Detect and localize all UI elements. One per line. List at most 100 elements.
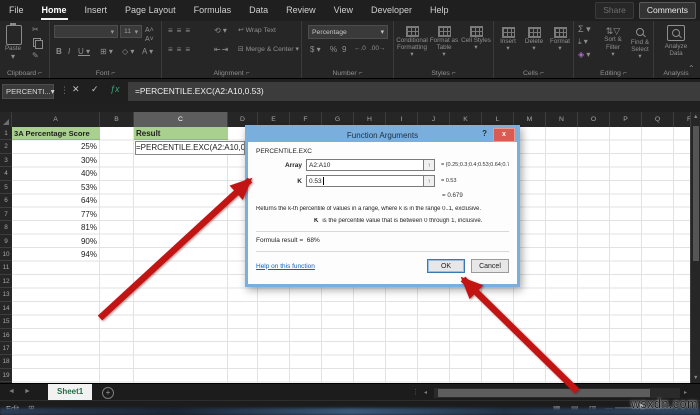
row-header-2[interactable]: 2 (0, 140, 12, 154)
column-header-B[interactable]: B (100, 112, 134, 127)
format-painter-icon[interactable]: ✎ (32, 51, 39, 60)
row-header-18[interactable]: 18 (0, 355, 12, 369)
insert-function-icon[interactable]: ƒx (110, 84, 120, 94)
cell-a3[interactable]: 30% (12, 154, 100, 167)
fill-icon[interactable]: ⤓ ▾ (578, 37, 588, 47)
column-header-Q[interactable]: Q (642, 112, 674, 127)
name-box[interactable]: PERCENTI... ▾ (2, 84, 55, 99)
cancel-button[interactable]: Cancel (471, 259, 509, 273)
horizontal-scroll-thumb[interactable] (438, 388, 650, 397)
increase-decimal-icon[interactable]: ←.0 (354, 45, 366, 52)
align-top-icons[interactable]: ≡≡≡ (168, 26, 194, 35)
scroll-up-icon[interactable]: ▲ (693, 114, 698, 120)
tab-view[interactable]: View (325, 0, 362, 21)
conditional-formatting-button[interactable]: Conditional Formatting ▾ (396, 26, 428, 59)
dialog-title-bar[interactable]: Function Arguments ? x (248, 128, 517, 142)
row-header-9[interactable]: 9 (0, 235, 12, 248)
row-header-13[interactable]: 13 (0, 288, 12, 302)
number-format-combo[interactable]: Percentage ▾ (308, 25, 388, 39)
row-header-15[interactable]: 15 (0, 315, 12, 329)
tab-formulas[interactable]: Formulas (185, 0, 241, 21)
format-as-table-button[interactable]: Format as Table ▾ (428, 26, 460, 59)
tab-file[interactable]: File (0, 0, 33, 21)
column-header-P[interactable]: P (610, 112, 642, 127)
column-header-O[interactable]: O (578, 112, 610, 127)
row-header-12[interactable]: 12 (0, 275, 12, 289)
name-box-dropdown-icon[interactable]: ▾ (51, 87, 55, 96)
cell-a2[interactable]: 25% (12, 140, 100, 153)
cell-a6[interactable]: 64% (12, 194, 100, 207)
find-select-button[interactable]: Find & Select ▾ (627, 26, 653, 61)
tab-developer[interactable]: Developer (362, 0, 421, 21)
row-header-5[interactable]: 5 (0, 181, 12, 195)
tab-home[interactable]: Home (33, 0, 76, 21)
row-header-11[interactable]: 11 (0, 261, 12, 275)
hscroll-left-icon[interactable]: ◂ (424, 389, 427, 396)
enter-entry-icon[interactable]: ✓ (91, 84, 99, 95)
row-header-7[interactable]: 7 (0, 208, 12, 222)
share-button[interactable]: Share (595, 2, 634, 19)
cut-icon[interactable]: ✂ (32, 25, 39, 34)
collapse-ribbon-icon[interactable]: ⌃ (688, 64, 695, 73)
splitter-grip-icon[interactable]: ⋮ (412, 388, 419, 396)
cell-c1[interactable]: Result (134, 127, 228, 141)
font-size-combo[interactable]: 11 ▾ (120, 25, 142, 38)
column-header-A[interactable]: A (12, 112, 100, 127)
row-header-16[interactable]: 16 (0, 329, 12, 342)
help-link[interactable]: Help on this function (256, 263, 427, 270)
ok-button[interactable]: OK (427, 259, 465, 273)
cell-a4[interactable]: 40% (12, 167, 100, 180)
font-color-icon[interactable]: A ▾ (142, 47, 153, 56)
row-header-14[interactable]: 14 (0, 302, 12, 316)
array-range-picker-icon[interactable]: ↑ (424, 159, 435, 171)
tab-help[interactable]: Help (421, 0, 458, 21)
cell-c2-edit-box[interactable]: =PERCENTILE.EXC(A2:A10,0.53) (135, 140, 245, 155)
delete-cells-button[interactable]: Delete ▾ (522, 27, 546, 52)
sort-filter-button[interactable]: ⇅▽ Sort & Filter ▾ (600, 26, 626, 58)
row-header-19[interactable]: 19 (0, 369, 12, 383)
currency-icon[interactable]: $ ▾ (310, 45, 321, 54)
autosum-icon[interactable]: Σ ▾ (578, 24, 591, 35)
cell-a1[interactable]: 3A Percentage Score (12, 127, 100, 141)
row-header-1[interactable]: 1 (0, 127, 12, 141)
borders-icon[interactable]: ⊞ ▾ (100, 47, 113, 56)
tab-page-layout[interactable]: Page Layout (116, 0, 185, 21)
formula-input[interactable]: =PERCENTILE.EXC(A2:A10,0.53) (128, 82, 700, 101)
cancel-entry-icon[interactable]: ✕ (72, 84, 80, 95)
cell-a10[interactable]: 94% (12, 248, 100, 261)
row-header-6[interactable]: 6 (0, 194, 12, 208)
row-header-10[interactable]: 10 (0, 248, 12, 262)
underline-icon[interactable]: U ▾ (78, 47, 90, 56)
tab-review[interactable]: Review (277, 0, 325, 21)
shrink-font-icon[interactable]: A˅ (145, 36, 154, 43)
comments-button[interactable]: Comments (638, 2, 696, 19)
row-header-17[interactable]: 17 (0, 342, 12, 356)
tab-data[interactable]: Data (240, 0, 277, 21)
percent-icon[interactable]: % (330, 45, 337, 54)
bold-icon[interactable]: B (56, 47, 62, 56)
merge-center-button[interactable]: ⊟ Merge & Center ▾ (238, 45, 299, 53)
row-header-8[interactable]: 8 (0, 221, 12, 235)
format-cells-button[interactable]: Format ▾ (548, 27, 572, 52)
row-header-4[interactable]: 4 (0, 167, 12, 181)
grow-font-icon[interactable]: A˄ (145, 27, 154, 34)
vertical-scroll-thumb[interactable] (692, 126, 699, 261)
k-input[interactable]: 0.53 (306, 175, 424, 187)
cell-a7[interactable]: 77% (12, 208, 100, 221)
tab-insert[interactable]: Insert (76, 0, 117, 21)
italic-icon[interactable]: I (68, 47, 70, 56)
cell-a9[interactable]: 90% (12, 235, 100, 248)
clear-icon[interactable]: ◈ ▾ (578, 50, 590, 59)
comma-style-icon[interactable]: 9 (342, 45, 346, 54)
new-sheet-icon[interactable]: + (102, 387, 114, 399)
prev-sheet-icon[interactable]: ◄ (8, 388, 15, 395)
paste-icon[interactable] (6, 25, 22, 45)
column-header-R[interactable]: R (674, 112, 690, 127)
align-horizontal-icons[interactable]: ≡≡≡ (168, 45, 194, 54)
scroll-down-icon[interactable]: ▼ (693, 375, 698, 381)
k-range-picker-icon[interactable]: ↑ (424, 175, 435, 187)
wrap-text-button[interactable]: ↩ Wrap Text (238, 26, 276, 34)
next-sheet-icon[interactable]: ► (24, 388, 31, 395)
orientation-icon[interactable]: ⟲ ▾ (214, 26, 227, 35)
cell-styles-button[interactable]: Cell Styles ▾ (460, 26, 492, 51)
